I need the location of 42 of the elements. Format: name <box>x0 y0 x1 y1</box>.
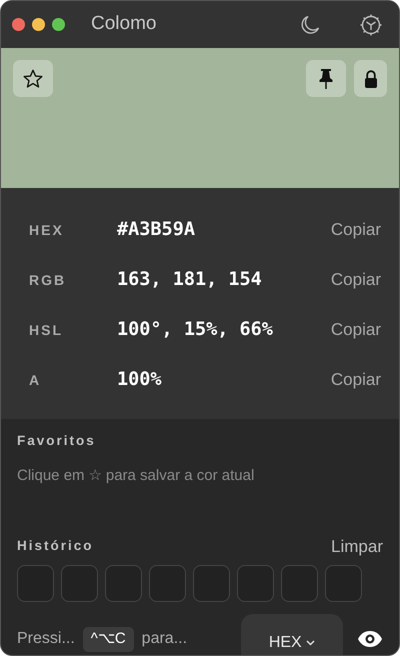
color-value: 100% <box>117 368 163 392</box>
copy-button[interactable]: Copiar <box>330 367 381 393</box>
clear-button[interactable]: Limpar <box>331 534 383 560</box>
section-title: Histórico <box>17 537 94 556</box>
pin-button[interactable] <box>306 60 346 97</box>
empty-swatch <box>193 565 230 602</box>
value-label: RGB <box>29 270 68 290</box>
favorites-hint: Clique em ☆ para salvar a cor atual <box>17 466 256 486</box>
empty-swatch <box>17 565 54 602</box>
shortcut-key: ^⌥C <box>82 627 134 652</box>
empty-swatch <box>105 565 142 602</box>
favorite-button[interactable] <box>13 60 53 97</box>
lock-icon <box>364 68 378 88</box>
empty-swatch <box>237 565 274 602</box>
pin-icon <box>318 68 334 90</box>
color-value: 100°, 15%, 66% <box>117 318 274 342</box>
lock-button[interactable] <box>354 60 387 97</box>
color-value: #A3B59A <box>117 218 196 242</box>
empty-swatch <box>325 565 362 602</box>
eye-icon[interactable] <box>357 630 383 648</box>
hint-text: Pressi... <box>17 629 75 650</box>
caret-icon <box>306 640 316 646</box>
value-label: HEX <box>29 220 65 240</box>
color-value: 163, 181, 154 <box>117 268 263 292</box>
close-button[interactable] <box>12 18 25 31</box>
empty-swatch <box>61 565 98 602</box>
section-title: Favoritos <box>17 432 97 450</box>
empty-swatch <box>149 565 186 602</box>
settings-icon[interactable] <box>359 12 383 36</box>
star-icon <box>22 68 44 90</box>
zoom-button[interactable] <box>52 18 65 31</box>
copy-button[interactable]: Copiar <box>330 217 381 243</box>
moon-icon[interactable] <box>299 14 321 36</box>
copy-button[interactable]: Copiar <box>330 267 381 293</box>
format-dropdown[interactable]: HEX <box>241 614 343 655</box>
minimize-button[interactable] <box>32 18 45 31</box>
value-label: HSL <box>29 320 64 340</box>
hint-text: para... <box>142 629 188 650</box>
value-label: A <box>29 370 42 390</box>
window-title: Colomo <box>91 12 156 36</box>
empty-swatch <box>281 565 318 602</box>
copy-button[interactable]: Copiar <box>330 317 381 343</box>
